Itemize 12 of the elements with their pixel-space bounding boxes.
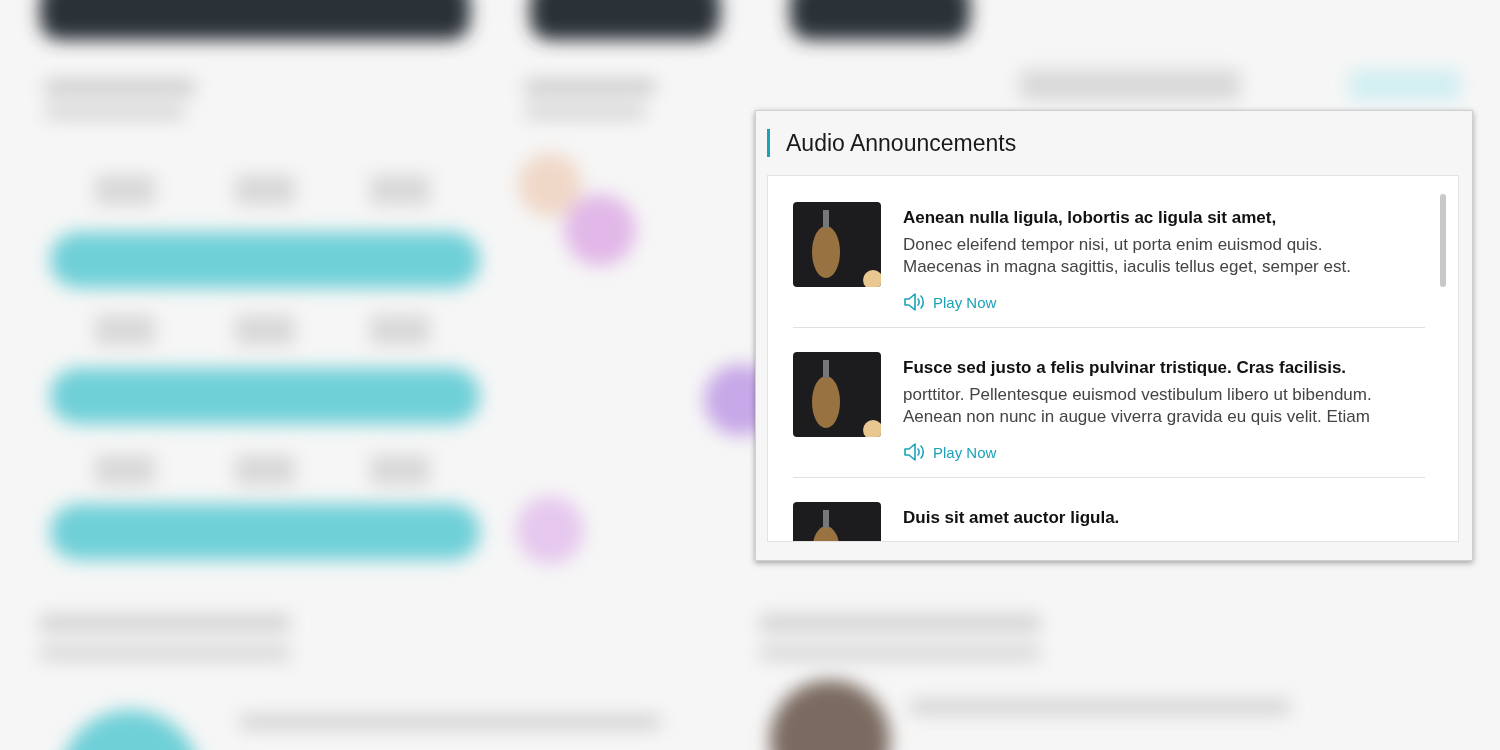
- scrollbar-thumb[interactable]: [1440, 194, 1446, 287]
- speaker-icon: [903, 292, 925, 312]
- item-description: Donec eleifend tempor nisi, ut porta enim euismod quis. Maecenas in magna sagittis, iaculis tellus eget, semper est.: [903, 234, 1351, 278]
- item-title: Aenean nulla ligula, lobortis ac ligula sit amet,: [903, 208, 1278, 228]
- play-now-link[interactable]: Play Now: [903, 442, 997, 462]
- item-title: Duis sit amet auctor ligula.: [903, 508, 1120, 528]
- item-title: Fusce sed justo a felis pulvinar tristique. Cras facilisis.: [903, 358, 1348, 378]
- item-description: porttitor. Pellentesque euismod vestibulum libero ut bibendum. Aenean non nunc in augue viverra gravida eu quis velit. Etiam: [903, 384, 1372, 428]
- accent-bar: [767, 129, 770, 157]
- play-now-link[interactable]: Play Now: [903, 292, 997, 312]
- speaker-icon: [903, 442, 925, 462]
- panel-title: Audio Announcements: [786, 129, 1017, 157]
